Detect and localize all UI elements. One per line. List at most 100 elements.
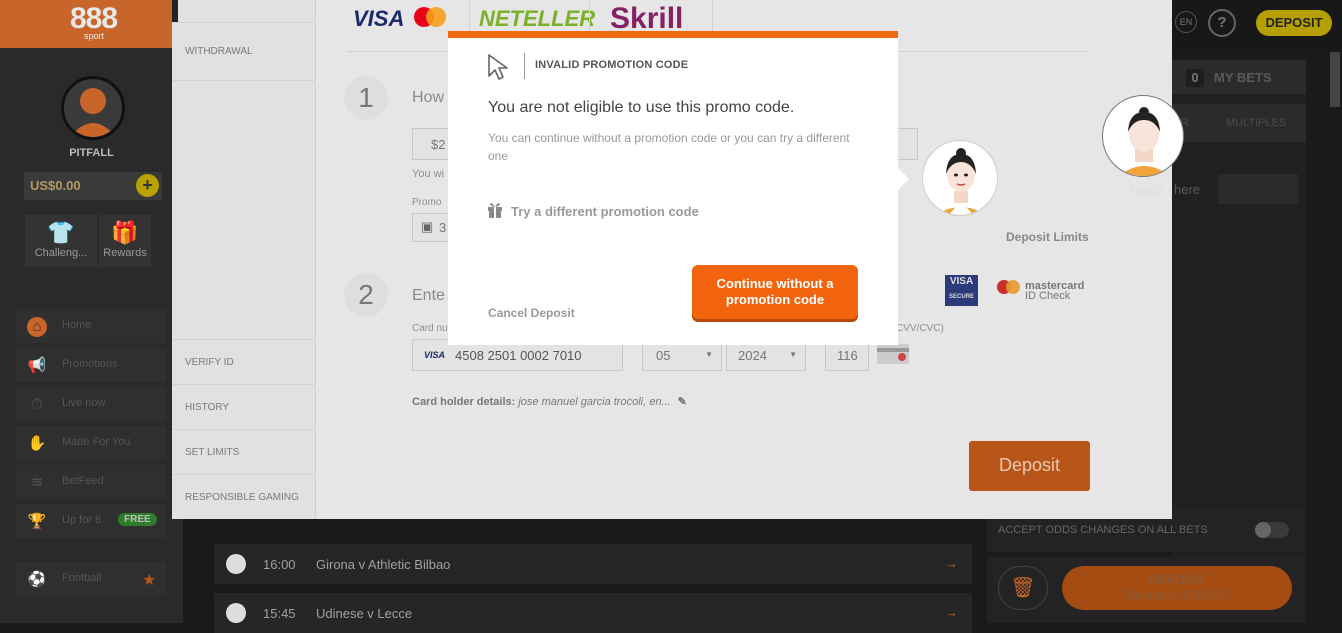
invalid-promo-dialog: INVALID PROMOTION CODE You are not eligi… <box>448 31 898 345</box>
visa-card-icon: VISA <box>424 350 446 360</box>
sidebar-item-promotions[interactable]: 📢 Promotions <box>16 348 166 382</box>
add-funds-button[interactable]: + <box>136 174 159 197</box>
continue-without-promo-button[interactable]: Continue without a promotion code <box>692 265 858 319</box>
language-button[interactable]: EN <box>1175 11 1197 33</box>
betslip-tabs: OR MULTIPLES <box>1172 104 1306 142</box>
trash-icon[interactable]: 🗑 <box>998 566 1048 610</box>
list-item[interactable]: 15:45 Udinese v Lecce → <box>214 593 972 633</box>
deposit-button[interactable]: Deposit <box>969 441 1090 491</box>
rewards-label: Rewards <box>103 247 147 259</box>
sidebar-item-label: Promotions <box>62 358 118 370</box>
stopwatch-icon: ⏱ <box>31 396 43 413</box>
avatar[interactable] <box>61 76 125 140</box>
card-holder-value: jose manuel garcia trocoli, en... <box>518 396 671 408</box>
help-label: Help? <box>1131 184 1163 198</box>
step-2-heading: Ente <box>412 287 445 304</box>
sidebar-item-home[interactable]: ⌂ Home <box>16 309 166 343</box>
football-icon: ⚽ <box>27 571 47 588</box>
deposit-limits-link[interactable]: Deposit Limits <box>1006 230 1089 244</box>
pencil-icon[interactable]: ✎ <box>678 396 687 408</box>
exp-year-value: 2024 <box>738 348 767 363</box>
dialog-subtitle: You can continue without a promotion cod… <box>488 131 850 163</box>
payment-visa-mastercard[interactable]: VISA <box>347 0 457 40</box>
challenges-label: Challeng... <box>34 247 88 259</box>
visa-secure-title: VISA <box>949 276 974 287</box>
step-1-badge: 1 <box>344 76 388 120</box>
deposit-label: DEPOSIT <box>1148 572 1206 587</box>
cashier-nav-label: WITHDRAWAL <box>185 46 253 57</box>
cashier-nav-spacer <box>172 80 316 339</box>
football-icon <box>226 603 246 623</box>
megaphone-icon: 📢 <box>27 357 47 374</box>
cashier-nav-set-limits[interactable]: SET LIMITS <box>172 429 316 474</box>
sidebar-item-label: Up for 8 <box>62 514 102 526</box>
feed-icon: ≋ <box>30 474 44 491</box>
home-icon: ⌂ <box>27 317 47 337</box>
visa-logo: VISA <box>353 6 405 31</box>
try-different-code-link[interactable]: Try a different promotion code <box>511 204 699 219</box>
my-bets-tab[interactable]: 0 MY BETS <box>1172 60 1306 94</box>
gift-icon: 🎁 <box>111 220 139 245</box>
gift-icon: ▣ <box>421 219 434 234</box>
mastercard-logo-icon-2 <box>426 7 446 27</box>
left-sidebar: 888 sport PITFALL US$0.00 + 👕 Challeng..… <box>0 0 183 623</box>
dialog-accent-bar <box>448 31 898 38</box>
arrow-right-icon: → <box>945 605 958 620</box>
sidebar-item-betfeed[interactable]: ≋ BetFeed <box>16 465 166 499</box>
amount-note: You wi <box>412 168 445 180</box>
match-teams: Udinese v Lecce <box>316 606 413 621</box>
cvv-label: CVV/CVC) <box>896 323 944 334</box>
user-avatar-icon <box>70 88 116 137</box>
sidebar-item-label: Made For You <box>62 436 131 448</box>
tab-multiples[interactable]: MULTIPLES <box>1226 117 1286 129</box>
cashier-nav-history[interactable]: HISTORY <box>172 384 316 429</box>
dialog-header-divider <box>524 53 525 79</box>
match-time: 16:00 <box>263 557 296 572</box>
sidebar-item-up-for-8[interactable]: 🏆 Up for 8 FREE <box>16 504 166 538</box>
balance-value: US$0.00 <box>30 178 81 193</box>
sidebar-item-live[interactable]: ⏱ Live now <box>16 387 166 421</box>
hand-icon: ✋ <box>27 435 47 452</box>
sidebar-item-made-for-you[interactable]: ✋ Made For You <box>16 426 166 460</box>
sidebar-item-label: BetFeed <box>62 475 104 487</box>
brand-logo[interactable]: 888 sport <box>0 0 183 48</box>
cashier-nav-withdrawal[interactable]: WITHDRAWAL <box>172 22 316 80</box>
accept-odds-toggle[interactable] <box>1255 522 1289 538</box>
sidebar-item-football[interactable]: ⚽ Football ★ <box>16 562 166 596</box>
cashier-nav-verify-id[interactable]: VERIFY ID <box>172 339 316 384</box>
page-scrollbar[interactable] <box>1330 52 1340 107</box>
accept-odds-label: ACCEPT ODDS CHANGES ON ALL BETS <box>998 524 1208 536</box>
cashier-side-marker <box>172 0 178 22</box>
chevron-down-icon: ▼ <box>789 350 797 359</box>
username: PITFALL <box>69 147 114 159</box>
cashier-sidebar: WITHDRAWAL VERIFY ID HISTORY SET LIMITS … <box>172 0 316 519</box>
cashier-nav-label: HISTORY <box>185 402 230 413</box>
help-button[interactable]: ? <box>1208 9 1236 37</box>
step-2-badge: 2 <box>344 273 388 317</box>
card-number-value: 4508 2501 0002 7010 <box>455 348 582 363</box>
favorite-star-icon[interactable]: ★ <box>142 570 156 590</box>
betslip-input[interactable] <box>1218 174 1298 204</box>
cashier-nav-label: VERIFY ID <box>185 357 234 368</box>
header-deposit-button[interactable]: DEPOSIT <box>1256 10 1332 36</box>
rewards-button[interactable]: 🎁 Rewards <box>99 215 151 267</box>
card-holder-row: Card holder details: jose manuel garcia … <box>412 395 687 408</box>
betslip-deposit-button[interactable]: DEPOSIT Balance US$0.00 <box>1062 566 1292 610</box>
challenges-button[interactable]: 👕 Challeng... <box>25 215 97 267</box>
balance-row: US$0.00 + <box>24 172 162 200</box>
bets-count: 0 <box>1186 69 1204 87</box>
help-agent-bubble[interactable] <box>1102 95 1184 177</box>
cancel-deposit-link[interactable]: Cancel Deposit <box>488 306 575 320</box>
neteller-logo: NETELLER <box>479 6 596 31</box>
promo-code-field[interactable]: ▣ 3 <box>412 213 452 242</box>
cashier-nav-responsible-gaming[interactable]: RESPONSIBLE GAMING <box>172 474 316 519</box>
support-agent-icon <box>1119 107 1171 176</box>
match-teams: Girona v Athletic Bilbao <box>316 557 451 572</box>
gift-icon <box>488 203 502 218</box>
card-number-label: Card nu <box>412 323 448 334</box>
cursor-icon <box>488 54 508 80</box>
dialog-header: INVALID PROMOTION CODE <box>535 59 689 71</box>
list-item[interactable]: 16:00 Girona v Athletic Bilbao → <box>214 544 972 584</box>
cvv-card-icon <box>877 344 909 364</box>
support-agent-icon <box>936 148 986 215</box>
